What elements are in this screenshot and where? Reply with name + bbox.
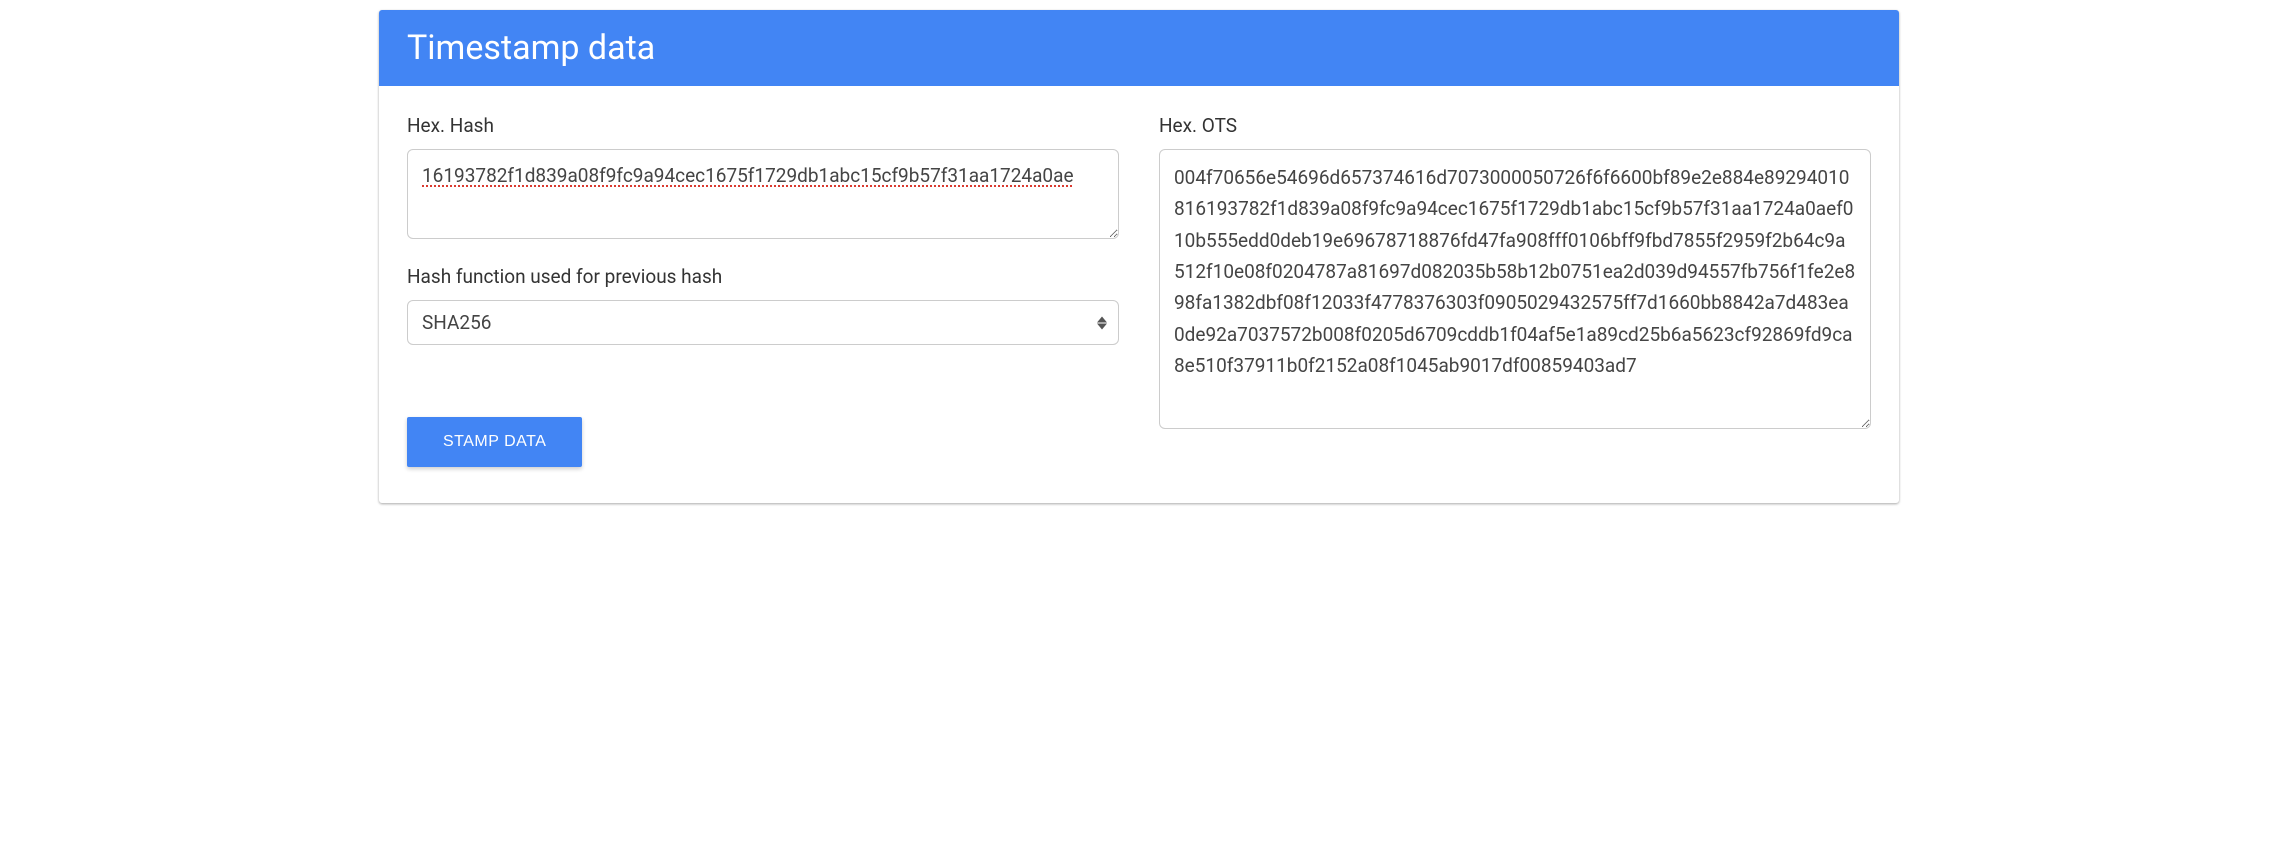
hash-function-label: Hash function used for previous hash [407, 265, 1119, 288]
timestamp-card: Timestamp data Hex. Hash 16193782f1d839a… [379, 10, 1899, 503]
hash-function-select-wrapper: SHA256 [407, 300, 1119, 345]
card-title: Timestamp data [407, 28, 655, 68]
hash-function-select[interactable]: SHA256 [407, 300, 1119, 345]
card-body: Hex. Hash 16193782f1d839a08f9fc9a94cec16… [379, 86, 1899, 503]
left-column: Hex. Hash 16193782f1d839a08f9fc9a94cec16… [407, 114, 1119, 467]
card-header: Timestamp data [379, 10, 1899, 86]
stamp-button-wrapper: STAMP DATA [407, 417, 1119, 467]
hex-hash-label: Hex. Hash [407, 114, 1119, 137]
hex-ots-label: Hex. OTS [1159, 114, 1871, 137]
hex-ots-output[interactable]: 004f70656e54696d657374616d7073000050726f… [1159, 149, 1871, 429]
stamp-data-button[interactable]: STAMP DATA [407, 417, 582, 467]
hex-hash-input[interactable]: 16193782f1d839a08f9fc9a94cec1675f1729db1… [407, 149, 1119, 239]
right-column: Hex. OTS 004f70656e54696d657374616d70730… [1159, 114, 1871, 467]
